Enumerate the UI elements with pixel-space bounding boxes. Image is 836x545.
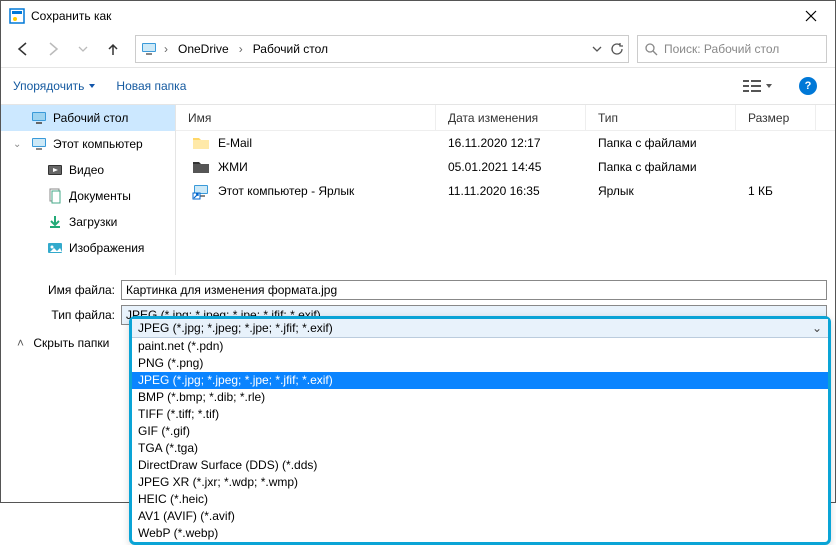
address-bar[interactable]: › OneDrive › Рабочий стол (135, 35, 629, 63)
breadcrumb-item[interactable]: OneDrive (174, 36, 233, 62)
nav-row: › OneDrive › Рабочий стол Поиск: Рабочий… (1, 31, 835, 67)
dropdown-current: JPEG (*.jpg; *.jpeg; *.jpe; *.jfif; *.ex… (138, 321, 333, 335)
col-type[interactable]: Тип (586, 105, 736, 130)
file-row[interactable]: E-Mail 16.11.2020 12:17 Папка с файлами (176, 131, 835, 155)
chevron-right-icon: › (237, 42, 245, 56)
window-title: Сохранить как (31, 9, 788, 23)
dropdown-option[interactable]: WebP (*.webp) (132, 525, 828, 542)
sidebar-item-downloads[interactable]: Загрузки (1, 209, 175, 235)
file-row[interactable]: Этот компьютер - Ярлык 11.11.2020 16:35 … (176, 179, 835, 203)
chevron-down-icon (88, 82, 96, 90)
downloads-icon (47, 214, 63, 230)
search-input[interactable]: Поиск: Рабочий стол (637, 35, 827, 63)
file-type: Папка с файлами (586, 160, 736, 174)
sidebar-item-label: Документы (69, 189, 131, 203)
arrow-right-icon (45, 41, 61, 57)
chevron-down-icon: ⌄ (13, 139, 21, 150)
col-date[interactable]: Дата изменения (436, 105, 586, 130)
sidebar-item-videos[interactable]: Видео (1, 157, 175, 183)
dropdown-option[interactable]: JPEG (*.jpg; *.jpeg; *.jpe; *.jfif; *.ex… (132, 372, 828, 389)
close-button[interactable] (788, 1, 833, 31)
file-list: Имя Дата изменения Тип Размер E-Mail 16.… (176, 105, 835, 275)
file-size: 1 КБ (736, 184, 816, 198)
filetype-label: Тип файла: (9, 308, 121, 322)
dropdown-option[interactable]: BMP (*.bmp; *.dib; *.rle) (132, 389, 828, 406)
file-date: 11.11.2020 16:35 (436, 184, 586, 198)
app-icon (9, 8, 25, 24)
sidebar-item-documents[interactable]: Документы (1, 183, 175, 209)
filename-input[interactable] (121, 280, 827, 300)
filetype-dropdown: JPEG (*.jpg; *.jpeg; *.jpe; *.jfif; *.ex… (129, 316, 831, 545)
file-type: Папка с файлами (586, 136, 736, 150)
file-date: 16.11.2020 12:17 (436, 136, 586, 150)
file-name: Этот компьютер - Ярлык (218, 184, 354, 198)
sidebar-item-desktop[interactable]: Рабочий стол (1, 105, 175, 131)
video-icon (47, 162, 63, 178)
dropdown-option[interactable]: TGA (*.tga) (132, 440, 828, 457)
close-icon (805, 10, 817, 22)
forward-button[interactable] (39, 35, 67, 63)
sidebar-item-label: Этот компьютер (53, 137, 143, 151)
chevron-down-icon (78, 44, 88, 54)
titlebar: Сохранить как (1, 1, 835, 31)
sidebar-item-label: Изображения (69, 241, 144, 255)
dropdown-header[interactable]: JPEG (*.jpg; *.jpeg; *.jpe; *.jfif; *.ex… (132, 319, 828, 338)
search-placeholder: Поиск: Рабочий стол (664, 42, 779, 56)
sidebar-item-label: Видео (69, 163, 104, 177)
help-button[interactable]: ? (793, 74, 823, 98)
refresh-button[interactable] (610, 42, 624, 56)
folder-icon (192, 158, 210, 176)
dropdown-option[interactable]: TIFF (*.tiff; *.tif) (132, 406, 828, 423)
arrow-left-icon (15, 41, 31, 57)
documents-icon (47, 188, 63, 204)
dropdown-option[interactable]: paint.net (*.pdn) (132, 338, 828, 355)
recent-dropdown[interactable] (69, 35, 97, 63)
search-icon (644, 42, 658, 56)
up-button[interactable] (99, 35, 127, 63)
nav-tree: Рабочий стол ⌄ Этот компьютер Видео Доку… (1, 105, 176, 275)
dropdown-option[interactable]: GIF (*.gif) (132, 423, 828, 440)
dropdown-option[interactable]: PNG (*.png) (132, 355, 828, 372)
chevron-down-icon: ⌄ (812, 321, 822, 335)
chevron-down-icon[interactable] (592, 44, 602, 54)
dropdown-option[interactable]: JPEG XR (*.jxr; *.wdp; *.wmp) (132, 474, 828, 491)
sidebar-item-pictures[interactable]: Изображения (1, 235, 175, 261)
sidebar-item-label: Рабочий стол (53, 111, 128, 125)
folder-icon (192, 134, 210, 152)
column-headers: Имя Дата изменения Тип Размер (176, 105, 835, 131)
back-button[interactable] (9, 35, 37, 63)
dropdown-list: paint.net (*.pdn)PNG (*.png)JPEG (*.jpg;… (132, 338, 828, 542)
dropdown-option[interactable]: HEIC (*.heic) (132, 491, 828, 508)
file-date: 05.01.2021 14:45 (436, 160, 586, 174)
toolbar: Упорядочить Новая папка ? (1, 67, 835, 105)
col-name[interactable]: Имя (176, 105, 436, 130)
pc-icon (140, 40, 158, 58)
dropdown-option[interactable]: AV1 (AVIF) (*.avif) (132, 508, 828, 525)
dropdown-option[interactable]: DirectDraw Surface (DDS) (*.dds) (132, 457, 828, 474)
col-size[interactable]: Размер (736, 105, 816, 130)
pc-icon (31, 136, 47, 152)
desktop-icon (31, 110, 47, 126)
sidebar-item-label: Загрузки (69, 215, 117, 229)
view-options-button[interactable] (743, 74, 773, 98)
file-type: Ярлык (586, 184, 736, 198)
chevron-up-icon: ˄ (17, 336, 24, 350)
help-icon: ? (799, 77, 817, 95)
file-row[interactable]: ЖМИ 05.01.2021 14:45 Папка с файлами (176, 155, 835, 179)
pictures-icon (47, 240, 63, 256)
shortcut-icon (192, 182, 210, 200)
file-name: E-Mail (218, 136, 252, 150)
file-name: ЖМИ (218, 160, 248, 174)
chevron-right-icon: › (162, 42, 170, 56)
chevron-down-icon (765, 82, 773, 90)
sidebar-item-this-pc[interactable]: ⌄ Этот компьютер (1, 131, 175, 157)
organize-button[interactable]: Упорядочить (13, 79, 96, 93)
view-icon (743, 79, 763, 93)
filename-label: Имя файла: (9, 283, 121, 297)
hide-folders-label: Скрыть папки (33, 336, 109, 350)
arrow-up-icon (105, 41, 121, 57)
main-area: Рабочий стол ⌄ Этот компьютер Видео Доку… (1, 105, 835, 275)
new-folder-button[interactable]: Новая папка (116, 79, 186, 93)
breadcrumb-item[interactable]: Рабочий стол (249, 36, 332, 62)
